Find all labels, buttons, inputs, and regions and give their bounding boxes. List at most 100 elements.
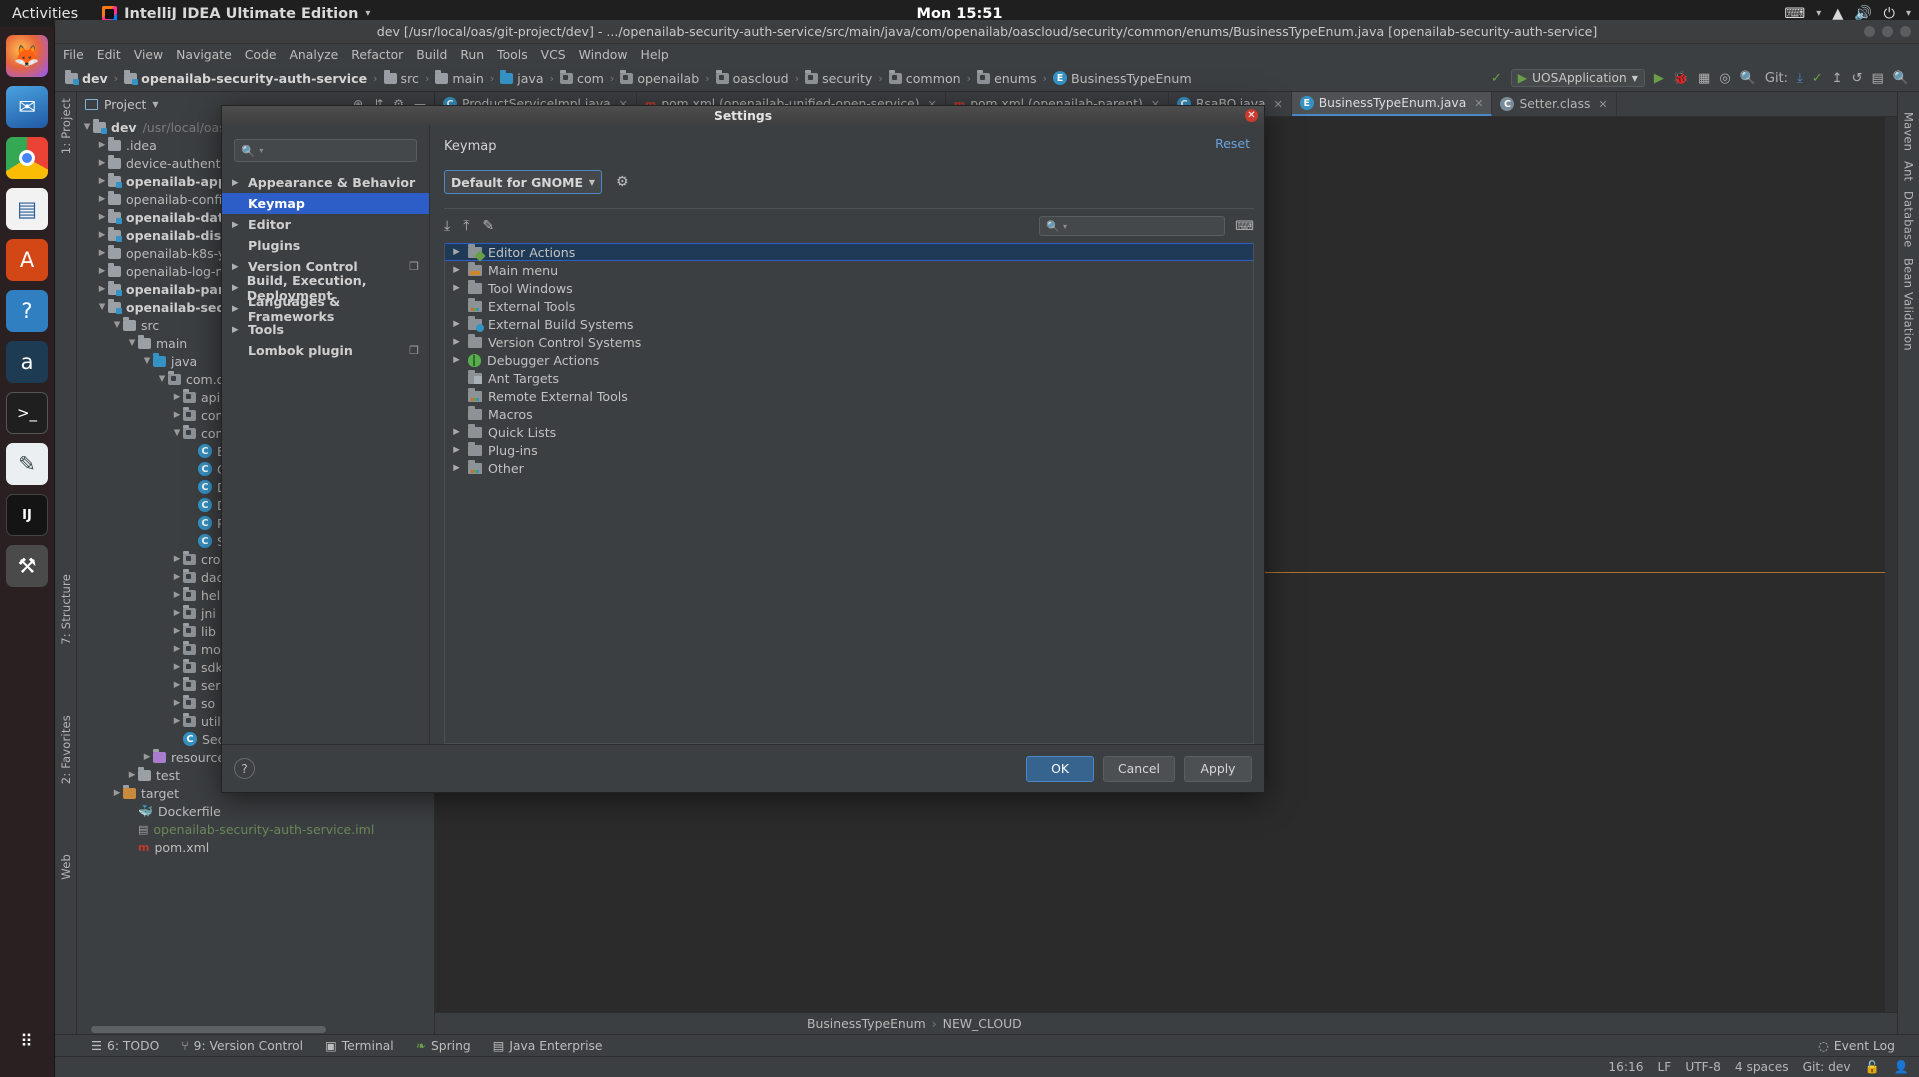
status-indent[interactable]: 4 spaces (1735, 1060, 1789, 1074)
settings-category-lombok-plugin[interactable]: Lombok plugin ❐ (222, 340, 429, 361)
keymap-tree-node[interactable]: ▶ Editor Actions (445, 243, 1253, 261)
dock-icon-tools[interactable]: ⚒ (6, 545, 48, 587)
chevron-down-icon[interactable]: ▼ (152, 100, 158, 109)
keymap-tree-node[interactable]: ▶ Version Control Systems (445, 333, 1253, 351)
menu-edit[interactable]: Edit (97, 47, 121, 62)
close-icon[interactable]: ✕ (1598, 98, 1607, 111)
chevron-right-icon[interactable]: ▶ (96, 176, 108, 186)
keymap-tree-node[interactable]: External Tools (445, 297, 1253, 315)
chevron-right-icon[interactable]: ▶ (171, 680, 183, 690)
expand-all-icon[interactable]: ⤓ (444, 218, 450, 234)
search-everywhere-icon[interactable]: 🔍 (1740, 71, 1756, 86)
settings-category-plugins[interactable]: Plugins (222, 235, 429, 256)
breadcrumb-dev[interactable]: dev (63, 69, 110, 86)
keymap-scheme-select[interactable]: Default for GNOME ▼ (444, 170, 602, 194)
chevron-right-icon[interactable]: ▶ (141, 752, 153, 762)
toolwindow-java-enterprise[interactable]: ▤ Java Enterprise (493, 1039, 603, 1053)
menu-window[interactable]: Window (579, 47, 628, 62)
chevron-right-icon[interactable]: ▶ (96, 266, 108, 276)
breadcrumb-businesstypeenum[interactable]: E BusinessTypeEnum (1051, 71, 1194, 86)
dock-icon-firefox[interactable]: 🦊 (6, 35, 48, 77)
chevron-right-icon[interactable]: ▶ (171, 410, 183, 420)
keymap-tree-node[interactable]: ▶ Tool Windows (445, 279, 1253, 297)
chevron-right-icon[interactable]: ▶ (96, 212, 108, 222)
window-controls[interactable] (1864, 26, 1911, 37)
hector-icon[interactable]: 👤 (1894, 1060, 1909, 1074)
chevron-right-icon[interactable]: ▶ (171, 572, 183, 582)
close-icon[interactable]: ✕ (1245, 109, 1258, 122)
copy-icon[interactable]: ❐ (409, 344, 419, 357)
search-icon[interactable]: 🔍 (1893, 71, 1909, 86)
settings-categories[interactable]: ▶ Appearance & Behavior Keymap ▶ Editor Plugi… (222, 172, 429, 361)
chevron-right-icon[interactable]: ▶ (171, 626, 183, 636)
dock-icon-terminal[interactable]: >_ (6, 392, 48, 434)
settings-category-tools[interactable]: ▶ Tools (222, 319, 429, 340)
coverage-icon[interactable]: ▦ (1698, 71, 1710, 86)
keymap-filter-input[interactable]: 🔍 ▾ (1039, 216, 1226, 236)
chevron-right-icon[interactable]: ▶ (451, 337, 462, 347)
chevron-down-icon[interactable]: ▼ (96, 302, 108, 312)
settings-search-input[interactable]: 🔍 ▾ (234, 139, 417, 162)
chevron-right-icon[interactable]: ▶ (171, 608, 183, 618)
breadcrumb-oascloud[interactable]: oascloud (714, 69, 791, 86)
edit-shortcut-icon[interactable]: ✎ (482, 218, 494, 234)
project-tree-node[interactable]: ▤ openailab-security-auth-service.iml (77, 820, 434, 838)
chevron-right-icon[interactable]: ▶ (171, 554, 183, 564)
chevron-right-icon[interactable]: ▶ (232, 220, 242, 230)
dock-icon-intellij-idea[interactable]: IJ (6, 494, 48, 536)
keymap-tree-node[interactable]: ▶ Debugger Actions (445, 351, 1253, 369)
settings-icon[interactable]: ▤ (1872, 71, 1884, 86)
ok-button[interactable]: OK (1026, 755, 1095, 782)
chevron-right-icon[interactable]: ▶ (96, 284, 108, 294)
chevron-right-icon[interactable]: ▶ (451, 265, 462, 275)
menu-help[interactable]: Help (641, 47, 669, 62)
breadcrumb-main[interactable]: main (433, 69, 485, 86)
maximize-button[interactable] (1882, 26, 1893, 37)
breadcrumb-constant[interactable]: NEW_CLOUD (943, 1016, 1022, 1031)
chevron-right-icon[interactable]: ▶ (96, 194, 108, 204)
chevron-right-icon[interactable]: ▶ (451, 463, 462, 473)
sidebar-item-web[interactable]: Web (59, 854, 73, 880)
close-button[interactable] (1900, 26, 1911, 37)
collapse-all-icon[interactable]: ⤒ (463, 218, 469, 234)
breadcrumb-java[interactable]: java (498, 69, 545, 86)
chevron-right-icon[interactable]: ▶ (171, 590, 183, 600)
toolwindow-version-control[interactable]: ⑂ 9: Version Control (181, 1039, 303, 1053)
project-tree-node[interactable]: m pom.xml (77, 838, 434, 856)
sidebar-item-database[interactable]: Database (1902, 191, 1916, 247)
breadcrumb-src[interactable]: src (382, 69, 421, 86)
breadcrumb-class[interactable]: BusinessTypeEnum (807, 1016, 926, 1031)
status-branch[interactable]: Git: dev (1803, 1060, 1851, 1074)
help-button[interactable]: ? (234, 758, 255, 779)
chevron-right-icon[interactable]: ▶ (111, 788, 123, 798)
keymap-tree-node[interactable]: ▶ Main menu (445, 261, 1253, 279)
chevron-down-icon[interactable]: ▾ (1906, 8, 1911, 19)
breadcrumb-security[interactable]: security (803, 69, 874, 86)
sidebar-item-bean-validation[interactable]: Bean Validation (1902, 258, 1916, 351)
sidebar-item-maven[interactable]: Maven (1902, 112, 1916, 151)
dock-icon-thunderbird[interactable]: ✉ (6, 86, 48, 128)
chevron-right-icon[interactable]: ▶ (451, 445, 462, 455)
chevron-right-icon[interactable]: ▶ (96, 140, 108, 150)
apply-button[interactable]: Apply (1184, 755, 1252, 782)
build-icon[interactable]: ✓ (1491, 71, 1502, 86)
reset-link[interactable]: Reset (1215, 136, 1250, 151)
event-log-button[interactable]: ◌ Event Log (1818, 1039, 1895, 1053)
chevron-down-icon[interactable]: ▾ (1816, 8, 1821, 19)
menu-refactor[interactable]: Refactor (351, 47, 403, 62)
update-project-icon[interactable]: ⤓ (1797, 71, 1803, 86)
settings-category-keymap[interactable]: Keymap (222, 193, 429, 214)
sidebar-item-structure[interactable]: 7: Structure (59, 574, 73, 645)
chevron-right-icon[interactable]: ▶ (96, 248, 108, 258)
keymap-tree-node[interactable]: ▶ Quick Lists (445, 423, 1253, 441)
revert-icon[interactable]: ↺ (1852, 71, 1863, 86)
dock-icon-app-center[interactable]: A (6, 239, 48, 281)
unlocked-icon[interactable]: 🔓 (1865, 1060, 1880, 1074)
chevron-down-icon[interactable]: ▼ (171, 428, 183, 438)
editor-tab[interactable]: C Setter.class ✕ (1492, 92, 1617, 116)
menu-vcs[interactable]: VCS (541, 47, 566, 62)
breadcrumb-enums[interactable]: enums (975, 69, 1039, 86)
chevron-right-icon[interactable]: ▶ (171, 662, 183, 672)
chevron-right-icon[interactable]: ▶ (451, 283, 462, 293)
chevron-right-icon[interactable]: ▶ (96, 158, 108, 168)
